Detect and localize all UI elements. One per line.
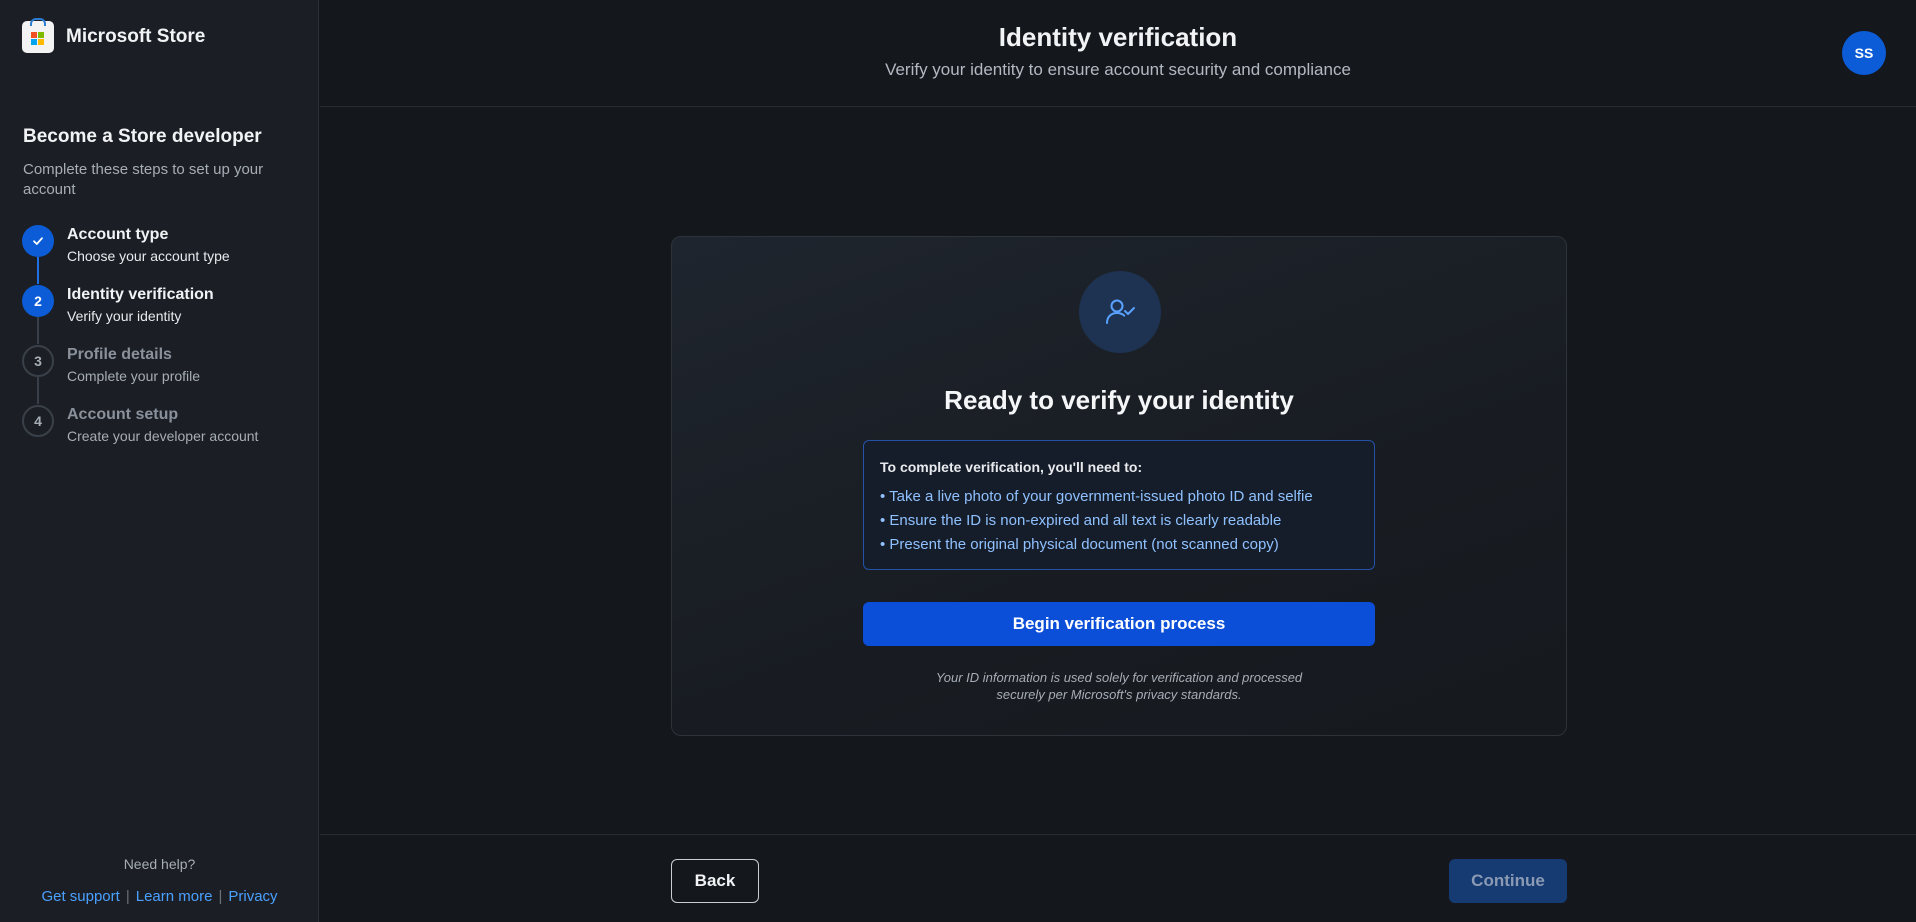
- step-number: 2: [22, 285, 54, 317]
- step-description: Create your developer account: [67, 428, 259, 444]
- verification-card: Ready to verify your identity To complet…: [671, 236, 1567, 736]
- learn-more-link[interactable]: Learn more: [136, 888, 213, 905]
- step-complete-check-icon: [22, 225, 54, 257]
- requirement-item: • Ensure the ID is non-expired and all t…: [880, 512, 1282, 529]
- page-title: Identity verification: [998, 22, 1238, 52]
- requirements-box: To complete verification, you'll need to…: [863, 440, 1375, 570]
- help-label: Need help?: [123, 856, 196, 872]
- get-support-link[interactable]: Get support: [41, 888, 119, 905]
- step-description: Complete your profile: [67, 368, 201, 384]
- brand-name: Microsoft Store: [66, 26, 206, 47]
- step-title: Profile details: [67, 346, 172, 363]
- page-footer: Back Continue: [320, 834, 1916, 922]
- privacy-link[interactable]: Privacy: [228, 888, 277, 905]
- requirement-item: • Take a live photo of your government-i…: [880, 488, 1313, 505]
- page-subtitle: Verify your identity to ensure account s…: [885, 60, 1351, 79]
- user-check-icon: [1079, 271, 1161, 353]
- continue-button[interactable]: Continue: [1449, 859, 1567, 903]
- step-description: Verify your identity: [67, 308, 182, 324]
- microsoft-store-logo-icon: [22, 18, 54, 53]
- sidebar: Microsoft Store Become a Store developer…: [0, 0, 319, 922]
- privacy-note: Your ID information is used solely for v…: [863, 669, 1375, 703]
- step-connector: [37, 257, 39, 284]
- step-connector: [37, 317, 39, 344]
- privacy-note-line: securely per Microsoft's privacy standar…: [996, 687, 1242, 702]
- requirement-item: • Present the original physical document…: [880, 536, 1279, 553]
- sidebar-subtitle: Complete these steps to set up your acco…: [23, 161, 264, 198]
- step-number: 4: [22, 405, 54, 437]
- step-title: Account type: [67, 226, 169, 243]
- privacy-note-line: Your ID information is used solely for v…: [935, 670, 1303, 685]
- link-separator: |: [218, 888, 223, 905]
- sidebar-title: Become a Store developer: [23, 126, 262, 147]
- card-title: Ready to verify your identity: [944, 385, 1294, 415]
- user-avatar[interactable]: SS: [1842, 31, 1886, 75]
- page-header: Identity verification Verify your identi…: [320, 0, 1916, 107]
- step-description: Choose your account type: [67, 248, 230, 264]
- requirements-heading: To complete verification, you'll need to…: [880, 459, 1143, 475]
- back-button[interactable]: Back: [671, 859, 759, 903]
- brand[interactable]: Microsoft Store: [22, 18, 206, 53]
- step-connector: [37, 377, 39, 404]
- step-title: Account setup: [67, 406, 179, 423]
- begin-verification-button[interactable]: Begin verification process: [863, 602, 1375, 646]
- link-separator: |: [125, 888, 130, 905]
- step-title: Identity verification: [67, 286, 214, 303]
- help-links: Get support | Learn more | Privacy: [0, 888, 319, 905]
- step-number: 3: [22, 345, 54, 377]
